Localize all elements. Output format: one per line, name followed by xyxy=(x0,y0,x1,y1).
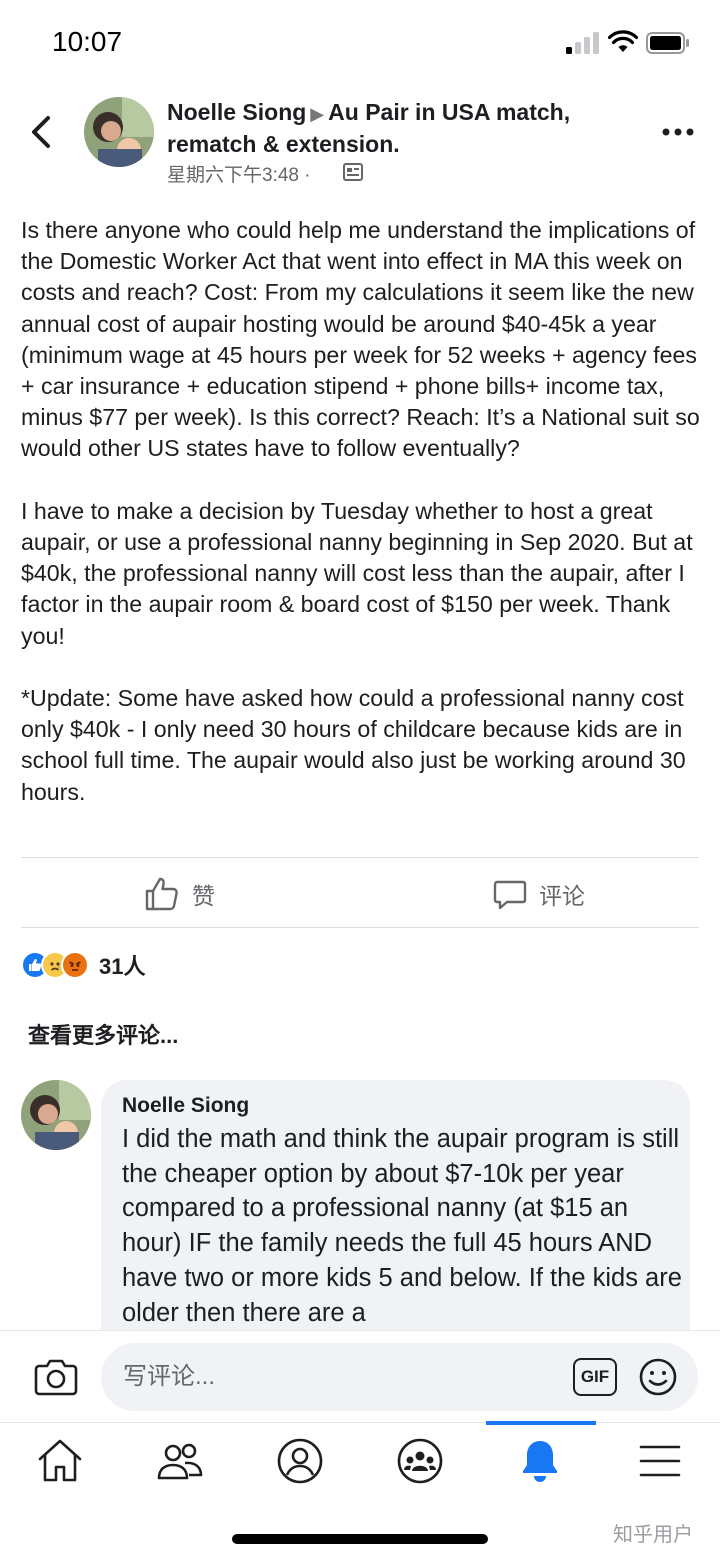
home-icon[interactable] xyxy=(35,1436,85,1486)
watermark: 知乎用户 xyxy=(613,1524,693,1546)
group-icon xyxy=(343,163,363,181)
profile-icon[interactable] xyxy=(275,1436,325,1486)
back-button[interactable] xyxy=(24,110,60,154)
view-more-comments-link[interactable]: 查看更多评论... xyxy=(28,1018,178,1050)
thumbs-up-icon xyxy=(145,877,178,911)
divider xyxy=(21,857,699,858)
menu-icon[interactable] xyxy=(635,1436,685,1486)
camera-button[interactable] xyxy=(34,1357,78,1397)
home-indicator xyxy=(232,1534,488,1544)
reaction-count: 31人 xyxy=(99,954,146,979)
post-timestamp[interactable]: 星期六下午3:48 · xyxy=(167,160,311,187)
author-name[interactable]: Noelle Siong xyxy=(167,99,306,125)
arrow-right-icon: ▶ xyxy=(310,104,325,124)
reactions-summary[interactable]: 31人 xyxy=(21,950,145,980)
notifications-icon[interactable] xyxy=(515,1436,565,1486)
divider xyxy=(21,927,699,928)
status-time: 10:07 xyxy=(52,26,123,57)
emoji-button[interactable] xyxy=(638,1357,678,1397)
more-options-button[interactable] xyxy=(660,124,696,140)
gif-label: GIF xyxy=(580,1367,610,1386)
cellular-signal-icon xyxy=(566,32,599,54)
active-tab-indicator xyxy=(486,1421,596,1425)
like-button[interactable]: 赞 xyxy=(144,872,215,916)
comment-label: 评论 xyxy=(539,883,585,909)
like-label: 赞 xyxy=(192,883,215,909)
post-header-title: Noelle Siong ▶ Au Pair in USA match, remat… xyxy=(167,97,637,159)
comment-button[interactable]: 评论 xyxy=(493,872,585,916)
friends-icon[interactable] xyxy=(155,1436,205,1486)
post-paragraph: Is there anyone who could help me unders… xyxy=(21,217,700,462)
wifi-icon xyxy=(608,30,638,52)
post-body: Is there anyone who could help me unders… xyxy=(21,215,706,808)
comment-icon xyxy=(493,880,527,910)
battery-icon xyxy=(646,32,689,54)
post-paragraph: I have to make a decision by Tuesday whe… xyxy=(21,497,693,649)
angry-reaction-icon xyxy=(61,951,89,979)
author-avatar[interactable] xyxy=(84,97,154,167)
gif-button[interactable]: GIF xyxy=(573,1358,617,1396)
comment-author[interactable]: Noelle Siong xyxy=(122,1094,249,1118)
commenter-avatar[interactable] xyxy=(21,1080,91,1150)
post-paragraph: *Update: Some have asked how could a pro… xyxy=(21,685,686,805)
comment-text: I did the math and think the aupair prog… xyxy=(122,1125,682,1327)
groups-icon[interactable] xyxy=(395,1436,445,1486)
